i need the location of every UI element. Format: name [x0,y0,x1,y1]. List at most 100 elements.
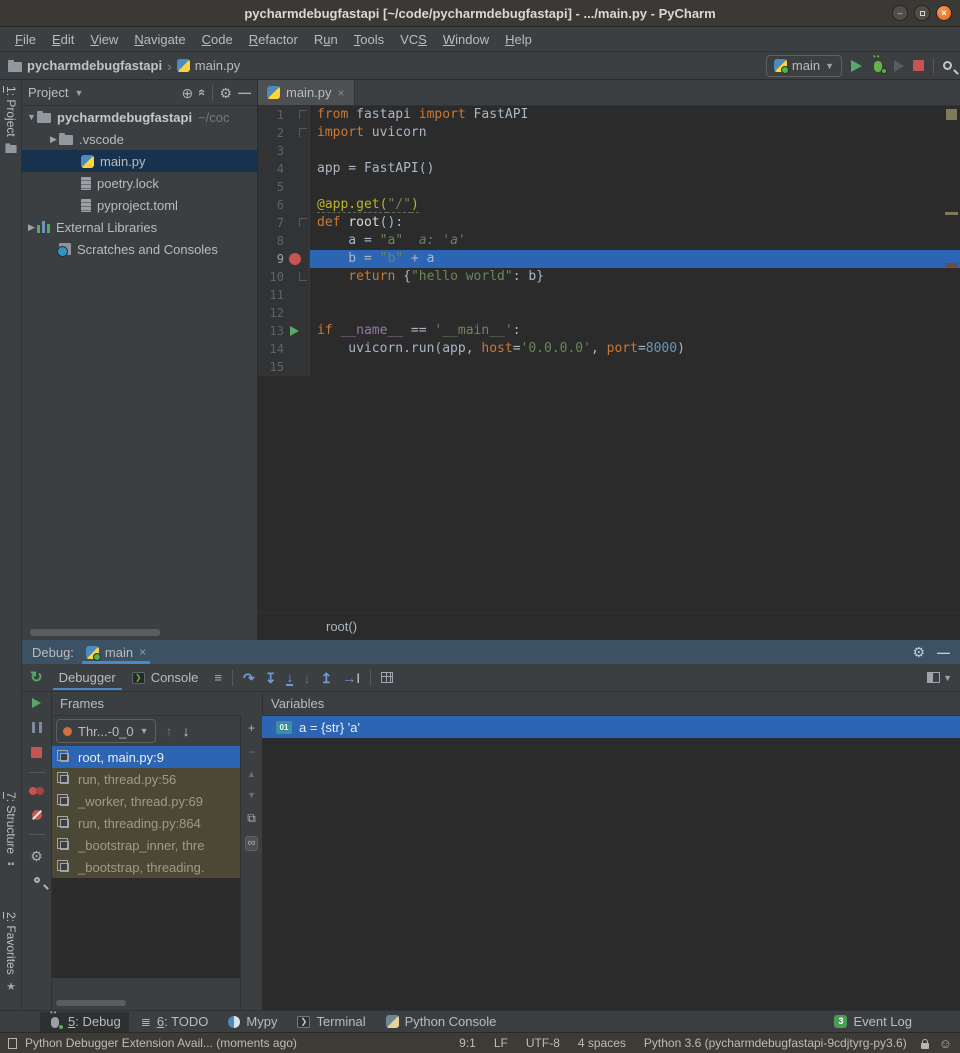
tree-closed-arrow-icon[interactable]: ▶ [48,134,59,145]
stripe-button-structure[interactable]: 7: Structure ▪▪ [0,792,22,870]
force-step-into-icon[interactable]: ↓ [303,671,310,685]
gutter-line-7[interactable]: 7 [258,214,310,232]
code-line-5[interactable]: 5 [258,178,960,196]
tree-item-external-libraries[interactable]: ▶External Libraries [22,216,257,238]
run-gutter-icon[interactable] [290,326,299,336]
code-line-9[interactable]: 9 b = "b" + a [258,250,960,268]
code-line-14[interactable]: 14 uvicorn.run(app, host='0.0.0.0', port… [258,340,960,358]
pause-program-icon[interactable] [32,722,42,733]
fold-marker-icon[interactable] [299,272,307,281]
status-message[interactable]: Python Debugger Extension Avail... (mome… [25,1036,297,1050]
breadcrumb-project[interactable]: pycharmdebugfastapi [27,58,162,73]
menu-help[interactable]: Help [498,30,539,49]
layout-settings-icon[interactable]: ≡ [214,670,222,685]
gutter-line-5[interactable]: 5 [258,178,310,196]
run-button[interactable] [851,60,862,72]
thread-select[interactable]: Thr...-0_0 ▼ [56,719,156,743]
gutter-line-11[interactable]: 11 [258,286,310,304]
stripe-button-favorites[interactable]: 2: Favorites ★ [0,912,22,993]
debugger-tab-debugger[interactable]: Debugger [53,666,122,689]
step-over-icon[interactable]: ↧ [265,671,277,685]
gutter-line-14[interactable]: 14 [258,340,310,358]
restore-layout-icon[interactable] [927,672,940,683]
menu-navigate[interactable]: Navigate [127,30,192,49]
rerun-icon[interactable]: ↻ [30,670,43,685]
tree-item-main-py[interactable]: main.py [22,150,257,172]
tree-closed-arrow-icon[interactable]: ▶ [26,222,37,233]
gutter-line-6[interactable]: 6 [258,196,310,214]
hide-panel-icon[interactable]: — [937,645,950,660]
toolwindow-button-python-console[interactable]: Python Console [378,1012,505,1032]
code-line-12[interactable]: 12 [258,304,960,322]
run-with-coverage-button[interactable] [894,60,904,72]
frame-row[interactable]: _bootstrap_inner, thre [52,834,240,856]
frames-scrollbar[interactable] [56,1000,126,1006]
toolwindow-button-terminal[interactable]: ❯Terminal [289,1012,373,1032]
status-item[interactable]: 9:1 [459,1036,476,1050]
tree-open-arrow-icon[interactable]: ▼ [26,112,37,122]
debug-settings-icon[interactable]: ⚙ [30,849,43,863]
mute-breakpoints-icon[interactable] [32,810,42,820]
fold-marker-icon[interactable] [299,110,307,119]
hide-panel-icon[interactable]: — [238,85,251,100]
code-line-15[interactable]: 15 [258,358,960,376]
locate-file-icon[interactable]: ⊕ [181,86,193,100]
code-line-8[interactable]: 8 a = "a" a: 'a' [258,232,960,250]
close-session-icon[interactable]: × [139,645,146,659]
code-line-1[interactable]: 1from fastapi import FastAPI [258,106,960,124]
status-item[interactable]: UTF-8 [526,1036,560,1050]
menu-file[interactable]: File [8,30,43,49]
inspection-marker[interactable] [946,109,957,120]
step-out-icon[interactable]: ↥ [320,671,332,685]
breakpoint-icon[interactable] [289,253,301,265]
gutter-line-12[interactable]: 12 [258,304,310,322]
menu-refactor[interactable]: Refactor [242,30,305,49]
gutter-line-8[interactable]: 8 [258,232,310,250]
gutter-line-15[interactable]: 15 [258,358,310,376]
view-breakpoints-icon[interactable] [29,787,45,796]
menu-code[interactable]: Code [195,30,240,49]
menu-tools[interactable]: Tools [347,30,391,49]
breakpoint-stripe-mark[interactable] [945,263,958,267]
frame-row[interactable]: _bootstrap, threading. [52,856,240,878]
debug-button[interactable] [871,59,885,73]
menu-vcs[interactable]: VCS [393,30,434,49]
code-line-7[interactable]: 7def root(): [258,214,960,232]
project-view-select[interactable]: Project [28,85,68,100]
toolwindow-button-mypy[interactable]: Mypy [220,1012,285,1032]
gutter-line-4[interactable]: 4 [258,160,310,178]
tree-item-scratches-and-consoles[interactable]: Scratches and Consoles [22,238,257,260]
move-down-icon[interactable]: ▼ [247,791,256,800]
stop-button[interactable] [913,60,924,71]
step-into-icon[interactable]: ↓ [286,670,293,686]
gutter-line-2[interactable]: 2 [258,124,310,142]
code-line-3[interactable]: 3 [258,142,960,160]
search-everywhere-icon[interactable] [943,61,952,70]
gutter-line-1[interactable]: 1 [258,106,310,124]
run-to-cursor-icon[interactable]: →I [342,671,360,685]
code-line-11[interactable]: 11 [258,286,960,304]
status-item[interactable]: LF [494,1036,508,1050]
debug-session-tab[interactable]: main × [82,640,150,664]
frame-row[interactable]: run, thread.py:56 [52,768,240,790]
frame-row[interactable]: run, threading.py:864 [52,812,240,834]
pin-tab-icon[interactable] [34,877,40,883]
remove-watch-icon[interactable]: − [248,746,255,758]
inspection-profile-icon[interactable]: ☺ [939,1036,952,1051]
debugger-tab-console[interactable]: ❯Console [126,666,205,689]
lock-icon[interactable] [921,1043,929,1049]
toggle-toolbars-icon[interactable] [8,1038,17,1049]
show-watches-icon[interactable]: ∞ [245,836,259,851]
show-execution-point-icon[interactable]: ↷ [243,671,255,685]
tree-item-pyproject-toml[interactable]: pyproject.toml [22,194,257,216]
stop-icon[interactable] [31,747,42,758]
previous-frame-icon[interactable]: ↑ [166,723,173,739]
toolwindow-button-6-todo[interactable]: ≣6: TODO [133,1012,217,1032]
code-area[interactable]: 1from fastapi import FastAPI2import uvic… [258,106,960,612]
collapse-all-icon[interactable]: « [195,89,210,96]
resume-program-icon[interactable] [32,698,41,708]
status-item[interactable]: 4 spaces [578,1036,626,1050]
run-configuration-select[interactable]: main ▼ [766,55,842,77]
warning-stripe-mark[interactable] [945,212,958,215]
tree-item-pycharmdebugfastapi[interactable]: ▼pycharmdebugfastapi~/coc [22,106,257,128]
